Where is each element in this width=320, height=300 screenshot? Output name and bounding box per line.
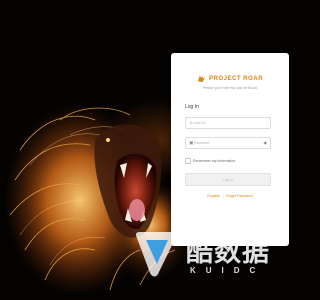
watermark-title: 酷数据: [186, 237, 270, 268]
register-link[interactable]: Register: [207, 194, 220, 198]
password-field[interactable]: ▣ ◉: [185, 137, 271, 149]
eye-icon[interactable]: ◉: [264, 141, 268, 145]
brand-name: PROJECT ROAR: [209, 74, 263, 82]
login-button[interactable]: Log In: [185, 173, 271, 186]
watermark-logo-icon: [136, 232, 178, 277]
watermark-subtitle: KUIDC: [190, 266, 266, 275]
remember-label: Remember my information: [193, 159, 236, 163]
brand-header: PROJECT ROAR: [171, 73, 289, 83]
forgot-password-link[interactable]: Forget Password: [226, 194, 253, 198]
remember-checkbox[interactable]: [185, 158, 191, 164]
login-page: PROJECT ROAR Please your enter two and s…: [0, 0, 300, 300]
lion-logo-icon: [197, 74, 206, 82]
account-links: Register | Forget Password: [171, 194, 289, 198]
username-field[interactable]: ☺: [185, 117, 271, 129]
login-card: PROJECT ROAR Please your enter two and s…: [171, 53, 289, 246]
username-input[interactable]: [194, 119, 262, 127]
remember-me[interactable]: Remember my information: [185, 158, 235, 164]
watermark: 酷数据 KUIDC: [134, 226, 294, 286]
link-separator: |: [222, 194, 224, 198]
login-heading: Log In: [185, 104, 199, 110]
password-input[interactable]: [194, 139, 262, 147]
brand-tagline: Please your enter two and sit it load: [203, 86, 257, 90]
